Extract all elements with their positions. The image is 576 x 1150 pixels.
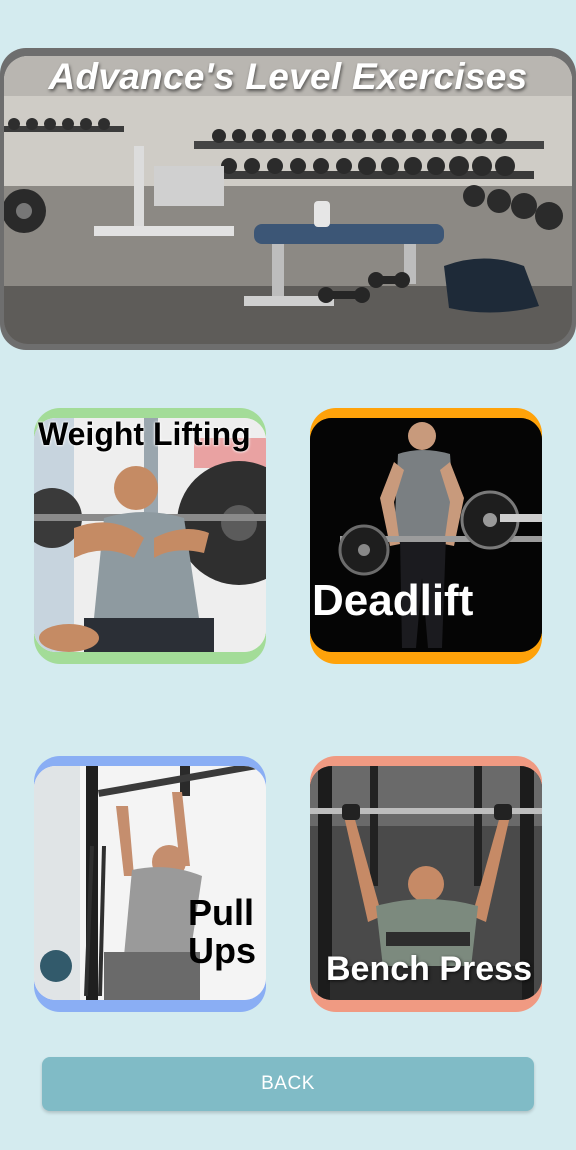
- pull-ups-label-line2: Ups: [188, 929, 257, 971]
- gym-banner-image: [4, 56, 572, 344]
- page-title: Advance's Level Exercises: [48, 56, 528, 97]
- weight-lifting-image: [34, 418, 266, 652]
- exercise-card-weight-lifting[interactable]: Weight Lifting: [34, 408, 266, 664]
- deadlift-label: Deadlift: [312, 576, 474, 625]
- pull-ups-label-line1: Pull: [188, 892, 255, 933]
- header-banner: Advance's Level Exercises: [0, 48, 576, 350]
- exercise-card-bench-press[interactable]: Bench Press: [310, 756, 542, 1012]
- exercise-card-deadlift[interactable]: Deadlift: [310, 408, 542, 664]
- pull-ups-label: Pull Ups: [188, 894, 256, 970]
- bench-press-label: Bench Press: [326, 950, 532, 988]
- weight-lifting-label: Weight Lifting: [38, 416, 251, 452]
- exercise-card-pull-ups[interactable]: Pull Ups: [34, 756, 266, 1012]
- back-button[interactable]: BACK: [42, 1057, 534, 1111]
